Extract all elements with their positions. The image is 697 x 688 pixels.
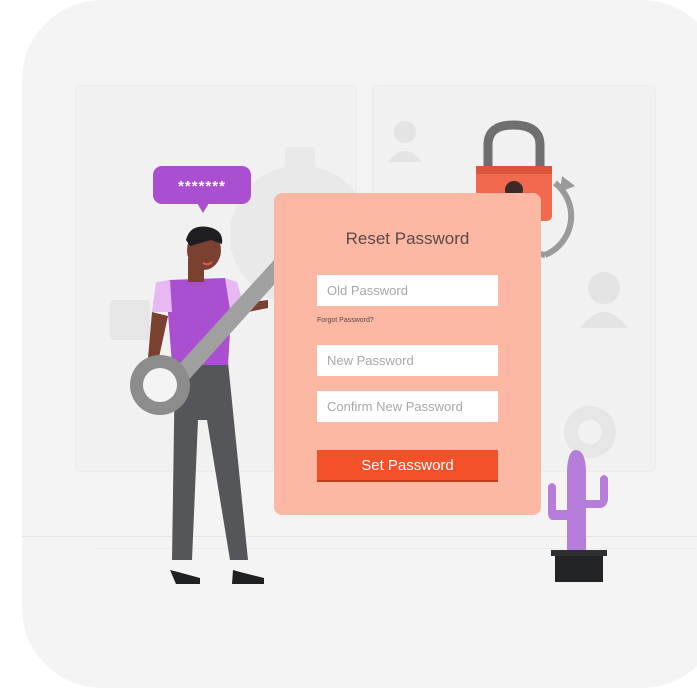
panel-title: Reset Password — [345, 229, 470, 248]
cactus-icon — [548, 450, 608, 582]
background-lock-shape — [110, 300, 150, 340]
speech-bubble: ******* — [153, 166, 251, 204]
refresh-arrow-head — [560, 176, 575, 192]
forgot-password-link[interactable]: Forgot Password? — [317, 317, 374, 324]
reset-password-panel: Reset Password Forgot Password? Set Pass… — [274, 193, 541, 515]
gear-icon — [564, 406, 616, 458]
speech-bubble-text: ******* — [178, 178, 226, 195]
speech-bubble-tail — [197, 203, 209, 213]
confirm-password-input[interactable] — [317, 391, 498, 422]
old-password-input[interactable] — [317, 275, 498, 306]
new-password-input[interactable] — [317, 345, 498, 376]
user-icon — [580, 272, 628, 328]
set-password-button[interactable]: Set Password — [317, 450, 498, 482]
user-icon — [388, 121, 422, 162]
